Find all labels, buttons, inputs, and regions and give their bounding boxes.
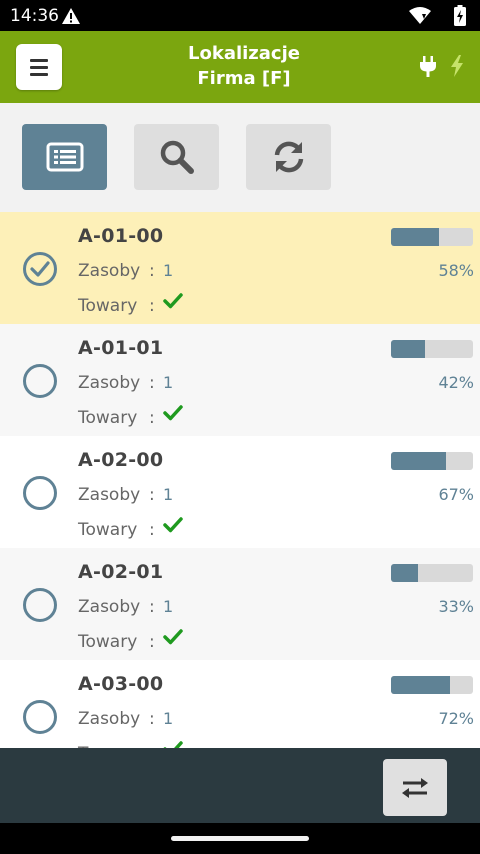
list-view-button[interactable]: [22, 124, 107, 190]
progress-bar: [391, 228, 473, 246]
location-list[interactable]: A-01-00 58% Zasoby:1 Towary: A-01-01 42% Zasob…: [0, 212, 480, 748]
location-code: A-02-01: [78, 561, 164, 583]
status-bar: 14:36: [0, 0, 480, 31]
progress-percent: 58%: [438, 261, 474, 280]
towary-label: Towary: [78, 520, 138, 540]
colon: :: [149, 709, 155, 729]
check-circle-icon[interactable]: [22, 251, 58, 292]
swap-icon: [402, 777, 428, 798]
progress-bar: [391, 676, 473, 694]
battery-charging-icon: [454, 5, 466, 31]
progress-bar: [391, 564, 473, 582]
warning-icon: [61, 7, 81, 30]
location-code: A-01-00: [78, 225, 164, 247]
app-bar: Lokalizacje Firma [F]: [0, 31, 480, 103]
list-item[interactable]: A-02-01 33% Zasoby:1 Towary:: [0, 548, 480, 660]
zasoby-value: 1: [163, 373, 174, 392]
towary-label: Towary: [78, 408, 138, 428]
swap-button[interactable]: [383, 759, 447, 816]
location-code: A-02-00: [78, 449, 164, 471]
progress-bar: [391, 340, 473, 358]
list-item[interactable]: A-01-00 58% Zasoby:1 Towary:: [0, 212, 480, 324]
list-view-icon: [46, 142, 83, 172]
progress-fill: [391, 340, 426, 358]
zasoby-value: 1: [163, 709, 174, 728]
progress-fill: [391, 676, 451, 694]
location-code: A-01-01: [78, 337, 164, 359]
zasoby-value: 1: [163, 485, 174, 504]
status-time: 14:36: [10, 6, 59, 26]
colon: :: [149, 485, 155, 505]
check-mark-icon: [163, 740, 183, 748]
progress-fill: [391, 228, 439, 246]
zasoby-label: Zasoby: [78, 261, 141, 281]
progress-percent: 72%: [438, 709, 474, 728]
menu-button[interactable]: [16, 44, 62, 90]
wifi-icon: [408, 6, 432, 30]
page-subtitle: Firma [F]: [197, 68, 291, 89]
progress-percent: 42%: [438, 373, 474, 392]
list-item[interactable]: A-01-01 42% Zasoby:1 Towary:: [0, 324, 480, 436]
colon: :: [149, 373, 155, 393]
circle-icon[interactable]: [22, 475, 58, 516]
home-indicator[interactable]: [171, 836, 309, 841]
system-nav-bar: [0, 823, 480, 854]
search-button[interactable]: [134, 124, 219, 190]
colon: :: [149, 597, 155, 617]
zasoby-label: Zasoby: [78, 709, 141, 729]
circle-icon[interactable]: [22, 699, 58, 740]
progress-percent: 67%: [438, 485, 474, 504]
toolbar: [0, 103, 480, 212]
colon: :: [149, 520, 155, 540]
zasoby-value: 1: [163, 261, 174, 280]
check-mark-icon: [163, 516, 183, 538]
colon: :: [149, 261, 155, 281]
progress-fill: [391, 452, 446, 470]
zasoby-value: 1: [163, 597, 174, 616]
progress-percent: 33%: [438, 597, 474, 616]
colon: :: [149, 296, 155, 316]
circle-icon[interactable]: [22, 363, 58, 404]
search-icon: [160, 140, 194, 174]
check-mark-icon: [163, 628, 183, 650]
towary-label: Towary: [78, 296, 138, 316]
check-mark-icon: [163, 404, 183, 426]
location-code: A-03-00: [78, 673, 164, 695]
page-title: Lokalizacje: [188, 43, 300, 64]
zasoby-label: Zasoby: [78, 485, 141, 505]
check-mark-icon: [163, 292, 183, 314]
list-item[interactable]: A-03-0072%Zasoby:1Towary:: [0, 660, 480, 748]
progress-bar: [391, 452, 473, 470]
towary-label: Towary: [78, 632, 138, 652]
progress-fill: [391, 564, 419, 582]
colon: :: [149, 408, 155, 428]
circle-icon[interactable]: [22, 587, 58, 628]
plug-icon[interactable]: [419, 56, 437, 83]
zasoby-label: Zasoby: [78, 373, 141, 393]
refresh-button[interactable]: [246, 124, 331, 190]
bottom-bar: [0, 748, 480, 823]
list-item[interactable]: A-02-00 67% Zasoby:1 Towary:: [0, 436, 480, 548]
bolt-icon: [450, 55, 464, 82]
zasoby-label: Zasoby: [78, 597, 141, 617]
colon: :: [149, 632, 155, 652]
refresh-icon: [274, 141, 303, 173]
